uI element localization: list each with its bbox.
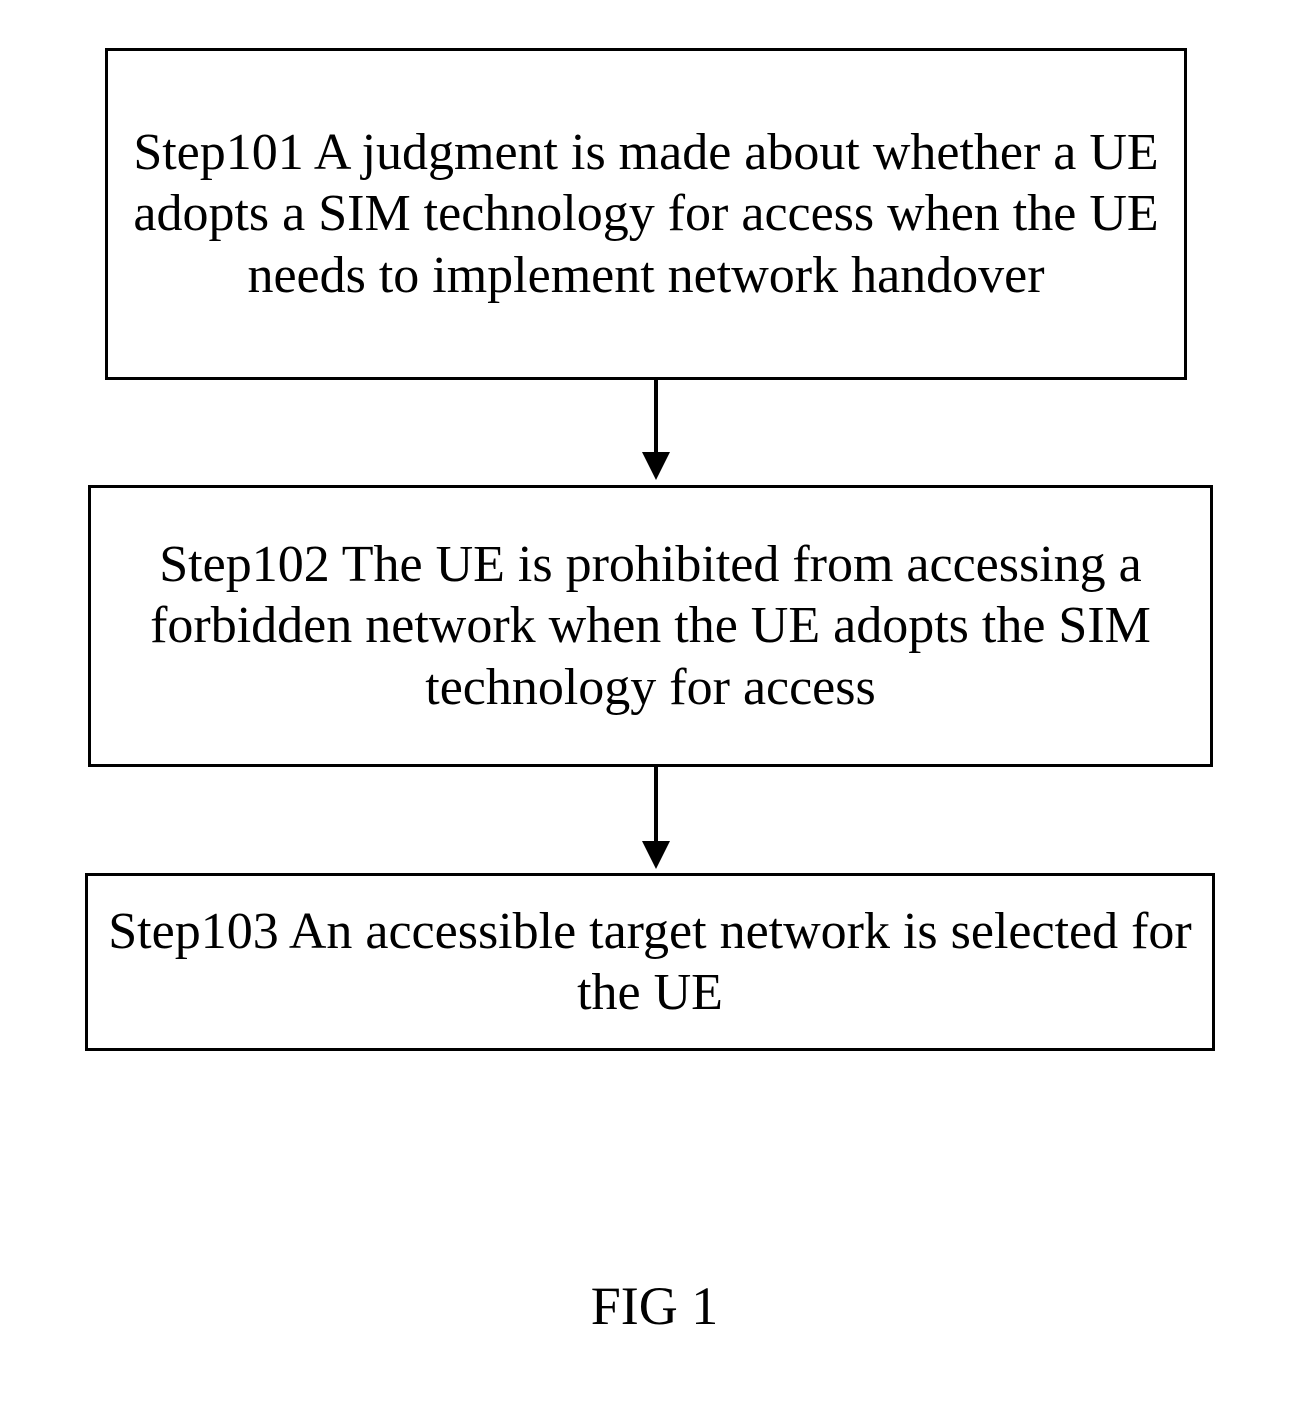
node-label: Step103 An accessible target network is … <box>106 901 1194 1024</box>
flowchart-node-step103: Step103 An accessible target network is … <box>85 873 1215 1051</box>
flowchart-canvas: Step101 A judgment is made about whether… <box>0 0 1309 1423</box>
flowchart-node-step102: Step102 The UE is prohibited from access… <box>88 485 1213 767</box>
node-label: Step102 The UE is prohibited from access… <box>109 534 1192 718</box>
figure-caption: FIG 1 <box>0 1275 1309 1337</box>
node-label: Step101 A judgment is made about whether… <box>126 122 1166 306</box>
flowchart-arrow-1 <box>636 380 676 484</box>
flowchart-arrow-2 <box>636 767 676 873</box>
flowchart-node-step101: Step101 A judgment is made about whether… <box>105 48 1187 380</box>
